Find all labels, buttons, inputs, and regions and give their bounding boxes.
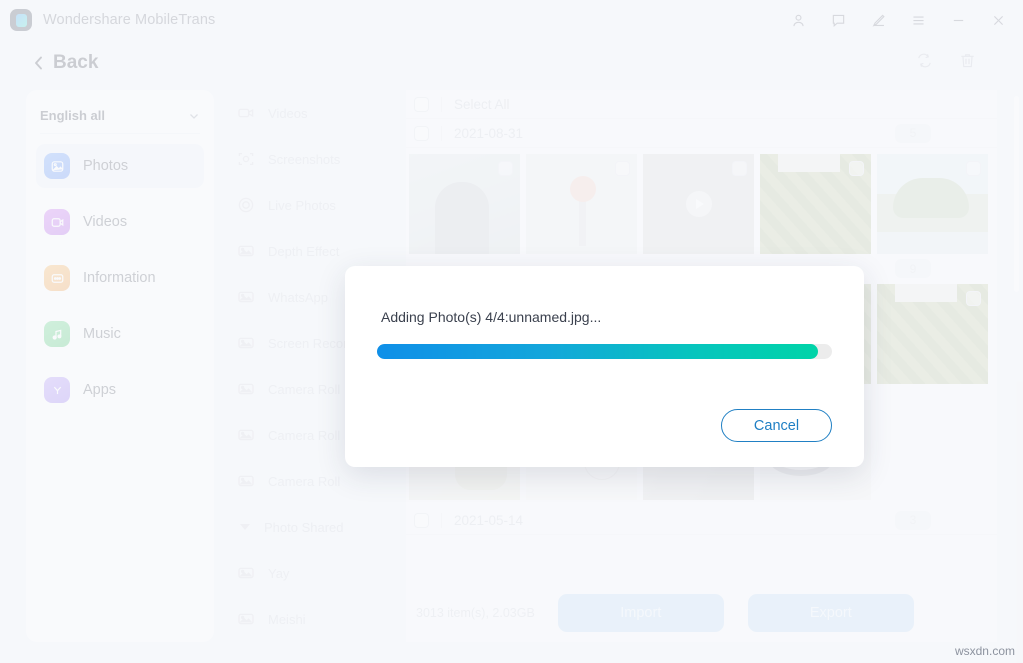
progress-message: Adding Photo(s) 4/4:unnamed.jpg... xyxy=(381,309,602,325)
progress-dialog: Adding Photo(s) 4/4:unnamed.jpg... Cance… xyxy=(345,266,864,467)
application-window: Wondershare MobileTrans xyxy=(0,0,1023,663)
progress-bar-fill xyxy=(377,344,819,359)
progress-bar-track xyxy=(377,344,832,359)
watermark: wsxdn.com xyxy=(954,644,1015,658)
cancel-button[interactable]: Cancel xyxy=(721,409,832,442)
